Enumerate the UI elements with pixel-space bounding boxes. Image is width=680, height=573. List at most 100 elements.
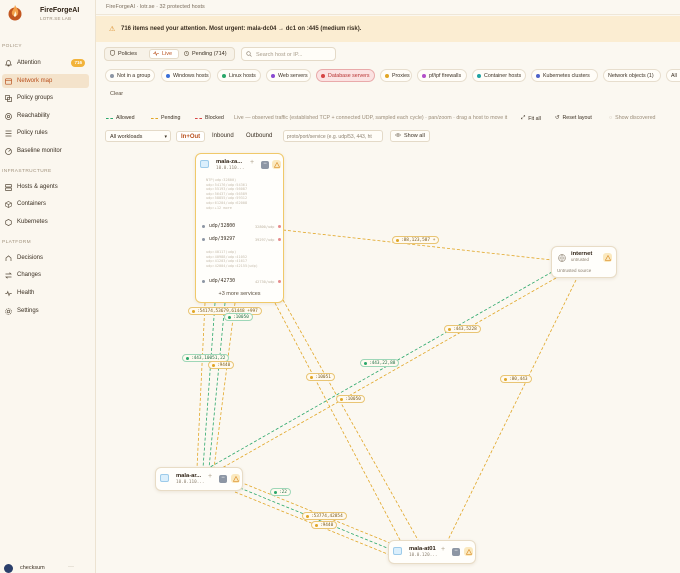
sidebar-item-label: Health bbox=[17, 290, 35, 296]
sidebar-item-label: Decisions bbox=[17, 255, 44, 261]
edge-top-bottom-b[interactable] bbox=[282, 299, 419, 541]
sidebar-item-label: Policy groups bbox=[17, 95, 54, 101]
chip-color-dot bbox=[422, 73, 426, 78]
tab-pending[interactable]: Pending (714) bbox=[181, 49, 235, 59]
warning-icon[interactable] bbox=[603, 253, 612, 262]
chip-linux-hosts[interactable]: Linux hosts bbox=[217, 69, 261, 82]
chip-pf-ipf-firewalls[interactable]: pf/ipf firewalls bbox=[417, 69, 467, 82]
edge-top-mid-a[interactable] bbox=[196, 302, 206, 469]
port-row[interactable]: udp/42730 42730/udp bbox=[202, 278, 281, 285]
live-mode-note: Live — observed traffic (established TCP… bbox=[234, 115, 508, 121]
edge-label[interactable]: :10051 bbox=[306, 373, 335, 381]
chip-container-hosts[interactable]: Container hosts bbox=[472, 69, 526, 82]
more-icon[interactable]: ··· bbox=[68, 564, 74, 570]
sidebar-item-baseline-monitor[interactable]: Baseline monitor bbox=[2, 144, 89, 158]
collapse-button[interactable]: − bbox=[452, 548, 460, 556]
brand[interactable]: FireForgeAI LOTR.SE LAB bbox=[6, 4, 94, 24]
edge-top-mid-c[interactable] bbox=[208, 302, 226, 469]
sidebar-item-containers[interactable]: Containers bbox=[2, 197, 89, 211]
chip-not-in-group[interactable]: Not in a group bbox=[105, 69, 155, 82]
collapse-button[interactable]: − bbox=[219, 475, 227, 483]
sidebar-item-settings[interactable]: Settings bbox=[2, 304, 89, 318]
search-input[interactable] bbox=[256, 50, 334, 59]
chip-kubernetes-clusters[interactable]: Kubernetes clusters bbox=[531, 69, 598, 82]
workload-select[interactable]: All workloads ▾ bbox=[105, 130, 171, 142]
chip-all[interactable]: All bbox=[666, 69, 680, 82]
tab-in-out[interactable]: In+Out bbox=[176, 131, 206, 142]
edge-label[interactable]: :443,22,88 bbox=[360, 359, 400, 367]
legend-blocked[interactable]: Blocked bbox=[195, 115, 224, 121]
tab-outbound[interactable]: Outbound bbox=[242, 131, 276, 142]
attention-banner[interactable]: ⚠ 716 items need your attention. Most ur… bbox=[96, 16, 680, 42]
show-discovered-toggle[interactable]: ◌ Show discovered bbox=[609, 115, 656, 121]
collapse-button[interactable]: − bbox=[261, 161, 269, 169]
fit-all-button[interactable]: ⤢ Fit all bbox=[521, 115, 541, 122]
sidebar-item-label: Changes bbox=[17, 272, 42, 278]
sidebar-item-label: Network map bbox=[17, 78, 53, 84]
edge-label[interactable]: :88,123,587 + bbox=[392, 236, 440, 244]
host-node-mala-at01[interactable]: mala-at01 10.0.120... + − bbox=[388, 540, 476, 564]
port-row[interactable]: udp/39297 39297/udp bbox=[202, 236, 281, 243]
reset-layout-button[interactable]: ↺ Reset layout bbox=[555, 115, 592, 121]
edge-label[interactable]: :80,443 bbox=[500, 375, 532, 383]
edge-label[interactable]: :9440 bbox=[311, 521, 338, 529]
tab-inbound[interactable]: Inbound bbox=[208, 131, 238, 142]
node-header: mala-za... 10.0.110... + − bbox=[200, 158, 281, 172]
sidebar-item-kubernetes[interactable]: Kubernetes bbox=[2, 215, 89, 229]
plus-icon[interactable]: + bbox=[250, 159, 254, 166]
activity-icon bbox=[153, 50, 159, 58]
port-filter-input[interactable] bbox=[287, 133, 381, 141]
sidebar-item-changes[interactable]: Changes bbox=[2, 268, 89, 282]
edge-status-dot bbox=[310, 375, 313, 379]
edge-label[interactable]: :10050 bbox=[224, 313, 253, 321]
clear-filters-link[interactable]: Clear bbox=[110, 91, 123, 97]
sidebar-item-policy-groups[interactable]: Policy groups bbox=[2, 91, 89, 105]
edge-top-mid-d[interactable] bbox=[213, 302, 236, 469]
chip-windows-hosts[interactable]: Windows hosts bbox=[161, 69, 211, 82]
legend-allowed[interactable]: Allowed bbox=[106, 115, 135, 121]
host-node-mala-za[interactable]: mala-za... 10.0.110... + − NTP(udp:32800… bbox=[195, 153, 284, 303]
edge-top-internet[interactable] bbox=[282, 229, 553, 261]
edge-internet-bottom[interactable] bbox=[447, 279, 577, 541]
edge-label[interactable]: :443,5228 bbox=[444, 325, 481, 333]
warning-icon[interactable] bbox=[464, 547, 473, 556]
edge-label[interactable]: :22 bbox=[270, 488, 291, 496]
user-menu[interactable]: checksum ··· bbox=[2, 562, 92, 573]
sidebar-item-hosts-agents[interactable]: Hosts & agents bbox=[2, 180, 89, 194]
show-all-button[interactable]: Show all bbox=[390, 130, 430, 142]
port-row[interactable]: udp/32800 32800/udp bbox=[202, 223, 281, 230]
host-node-mala-ar[interactable]: mala-ar... 10.0.110... + − bbox=[155, 467, 243, 491]
edge-top-bottom-a[interactable] bbox=[274, 302, 401, 541]
chip-database-servers[interactable]: Database servers bbox=[316, 69, 375, 82]
more-services-link[interactable]: +3 more services bbox=[196, 291, 283, 297]
network-map-icon bbox=[5, 77, 12, 85]
sidebar-item-attention[interactable]: Attention 716 bbox=[2, 56, 89, 70]
sidebar-item-health[interactable]: Health bbox=[2, 286, 89, 300]
chip-proxies[interactable]: Proxies bbox=[380, 69, 412, 82]
plus-icon[interactable]: + bbox=[441, 546, 445, 553]
warning-icon[interactable] bbox=[231, 474, 240, 483]
sidebar-item-decisions[interactable]: Decisions bbox=[2, 251, 89, 265]
warning-icon[interactable] bbox=[272, 160, 281, 169]
tab-live[interactable]: Live bbox=[149, 49, 179, 59]
eye-icon bbox=[394, 133, 402, 139]
sidebar-item-network-map[interactable]: Network map bbox=[2, 74, 89, 88]
edge-label[interactable]: :53774,42854 bbox=[302, 512, 347, 520]
tab-policies[interactable]: Policies bbox=[107, 49, 148, 59]
node-trust: untrusted bbox=[571, 257, 589, 262]
edge-label[interactable]: :10050 bbox=[336, 395, 365, 403]
edge-label[interactable]: :9440 bbox=[208, 361, 235, 369]
chip-web-servers[interactable]: Web servers bbox=[266, 69, 311, 82]
sidebar-item-policy-rules[interactable]: Policy rules bbox=[2, 126, 89, 140]
node-internet[interactable]: internet untrusted Untrusted source bbox=[551, 246, 617, 278]
shield-icon bbox=[110, 49, 115, 58]
sidebar-item-reachability[interactable]: Reachability bbox=[2, 109, 89, 123]
section-policy: POLICY bbox=[2, 44, 22, 49]
chip-network-objects[interactable]: Network objects (1) bbox=[603, 69, 661, 82]
edge-top-mid-b[interactable] bbox=[202, 302, 216, 469]
plus-icon[interactable]: + bbox=[208, 473, 212, 480]
port-tag: 39297/udp bbox=[255, 237, 275, 242]
legend-pending[interactable]: Pending bbox=[151, 115, 180, 121]
attention-count-badge: 716 bbox=[71, 59, 85, 67]
bell-icon bbox=[5, 59, 12, 67]
